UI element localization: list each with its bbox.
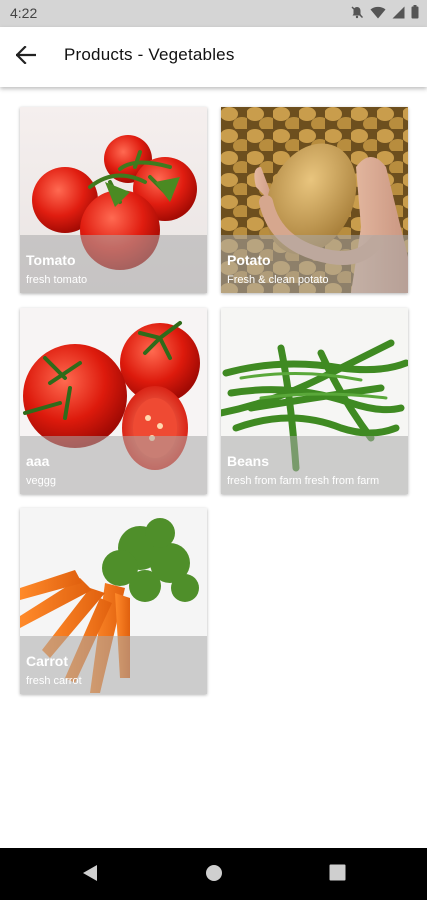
status-icons — [350, 5, 419, 19]
arrow-left-icon — [15, 45, 37, 68]
mute-icon — [350, 5, 364, 19]
back-button[interactable] — [12, 43, 40, 71]
product-description: fresh tomato — [26, 274, 88, 286]
status-time: 4:22 — [10, 5, 38, 21]
system-nav-bar — [0, 848, 427, 900]
product-name: Beans — [227, 453, 270, 469]
product-card-aaa[interactable]: aaa veggg — [20, 308, 207, 494]
home-circle-icon[interactable] — [205, 864, 223, 886]
product-card-carrot[interactable]: Carrot fresh carrot — [20, 508, 207, 694]
product-description: veggg — [26, 475, 56, 487]
product-name: Potato — [227, 252, 271, 268]
status-bar: 4:22 — [0, 0, 427, 27]
product-name: Carrot — [26, 653, 69, 669]
product-card-potato[interactable]: Potato Fresh & clean potato — [221, 107, 408, 293]
product-description: Fresh & clean potato — [227, 274, 329, 286]
product-description: fresh carrot — [26, 675, 82, 687]
recents-square-icon[interactable] — [329, 864, 346, 885]
product-name: Tomato — [26, 252, 76, 268]
app-bar: Products - Vegetables — [0, 27, 427, 87]
product-description: fresh from farm fresh from farm — [227, 475, 380, 487]
product-card-tomato[interactable]: Tomato fresh tomato — [20, 107, 207, 293]
product-name: aaa — [26, 453, 50, 469]
back-triangle-icon[interactable] — [82, 864, 98, 886]
page-title: Products - Vegetables — [64, 45, 235, 64]
wifi-icon — [370, 6, 386, 19]
signal-icon — [392, 6, 405, 19]
product-card-beans[interactable]: Beans fresh from farm fresh from farm — [221, 308, 408, 494]
battery-icon — [411, 5, 419, 19]
